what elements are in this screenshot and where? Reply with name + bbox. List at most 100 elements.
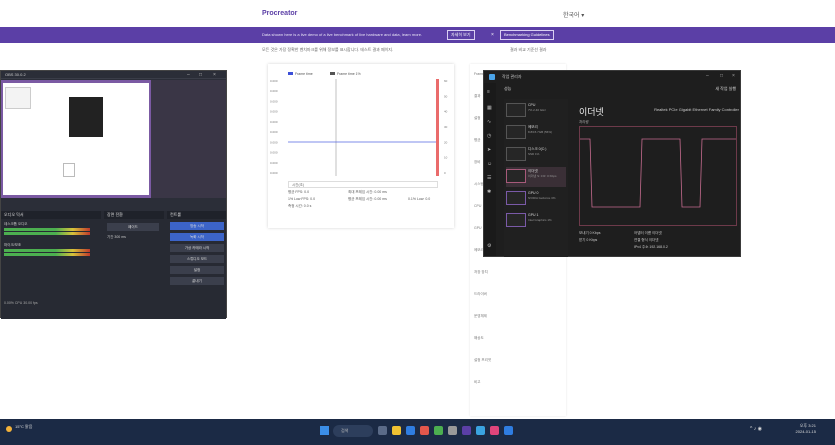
perf-item-disk[interactable]: 디스크 0(C:) SSD 1%: [506, 145, 566, 165]
section-title: 성능: [504, 86, 512, 91]
y-tick-label: 0.000: [270, 130, 278, 134]
clock-date: 2024-01-15: [795, 429, 816, 434]
app-icon[interactable]: [420, 426, 429, 435]
disk-thumb: [506, 147, 526, 161]
spike-bar: [436, 79, 439, 176]
users-icon[interactable]: ☺: [487, 161, 492, 167]
y-tick-label: 0.000: [270, 99, 278, 103]
obs-icon[interactable]: [462, 426, 471, 435]
perf-item-memory[interactable]: 메모리 8.8/15.7GB (56%): [506, 123, 566, 143]
audio-track-label: 데스크톱 오디오: [4, 222, 28, 226]
perf-item-label: CPU: [528, 103, 536, 107]
task-manager-window[interactable]: 작업 관리자 – □ × 성능 새 작업 실행 ≡ ▦ ∿ ◷ ➤ ☺ ☰ ✱ …: [483, 70, 741, 257]
close-icon[interactable]: ×: [213, 72, 216, 78]
weather-icon[interactable]: [6, 426, 12, 432]
services-icon[interactable]: ✱: [487, 189, 491, 195]
site-logo[interactable]: Procreator: [262, 10, 297, 17]
memory-thumb: [506, 125, 526, 139]
stat-send: 보내기 0 Kbps: [579, 231, 601, 235]
browser-icon[interactable]: [406, 426, 415, 435]
app-icon[interactable]: [434, 426, 443, 435]
compare-label: 결과 비교 기준선 결과: [510, 47, 547, 52]
taskbar: [0, 419, 835, 445]
perf-item-sub: 이더넷 S: 0 R: 0 Kbps: [528, 174, 557, 178]
weather-text[interactable]: 15°C 맑음: [15, 424, 32, 430]
close-icon[interactable]: ×: [732, 73, 735, 79]
details-icon[interactable]: ☰: [487, 175, 491, 181]
legend-label-b: Frame time 1%: [337, 72, 361, 76]
settings-icon[interactable]: ⚙: [487, 243, 491, 249]
app-icon[interactable]: [448, 426, 457, 435]
stat-receive: 받기 0 Kbps: [579, 238, 598, 242]
virtual-camera-button[interactable]: 가상 카메라 시작: [170, 244, 224, 252]
start-recording-button[interactable]: 녹화 시작: [170, 233, 224, 241]
y-tick-label: 0.000: [270, 89, 278, 93]
taskbar-search[interactable]: 검색: [333, 425, 373, 437]
minimize-icon[interactable]: –: [187, 72, 190, 78]
minimize-icon[interactable]: –: [706, 73, 709, 79]
perf-item-gpu1[interactable]: GPU 1 Intel Graphics 1%: [506, 211, 566, 231]
y-axis-left: 0.000 0.000 0.000 0.000 0.000 0.000 0.000 0.000…: [270, 79, 278, 175]
task-view-icon[interactable]: [378, 426, 387, 435]
perf-item-cpu[interactable]: CPU 7% 2.40 GHz: [506, 101, 566, 121]
perf-item-sub: NVIDIA GeForce 3%: [528, 196, 556, 200]
sidebar-item: 드라이버: [474, 292, 487, 296]
frametime-chart: Frame time Frame time 1% 0.000 0.000 0.000…: [270, 72, 448, 176]
y-tick-label: 0.000: [270, 171, 278, 175]
perf-item-sub: 8.8/15.7GB (56%): [528, 130, 553, 134]
stat-connection: 연결 형식 이더넷: [634, 238, 659, 242]
close-banner-icon[interactable]: ×: [491, 32, 494, 38]
history-icon[interactable]: ◷: [487, 133, 491, 139]
app-icon[interactable]: [476, 426, 485, 435]
perf-item-gpu0[interactable]: GPU 0 NVIDIA GeForce 3%: [506, 189, 566, 209]
audio-meter: [4, 232, 90, 235]
sidebar-item: 비고: [474, 380, 481, 384]
stat-ipv4: IPv4 주소 192.168.0.2: [634, 245, 668, 249]
perf-item-label: GPU 0: [528, 191, 539, 195]
obs-window[interactable]: OBS 30.0.2 – □ × 오디오 믹서 장면 전환 컨트롤 데스크톱 오…: [0, 70, 227, 319]
y2-tick-label: 50: [444, 94, 448, 98]
language-selector[interactable]: 한국어 ▾: [563, 10, 584, 19]
y-tick-label: 0.000: [270, 161, 278, 165]
settings-button[interactable]: 설정: [170, 266, 224, 274]
perf-main-title: 이더넷: [579, 107, 604, 117]
exit-button[interactable]: 끝내기: [170, 277, 224, 285]
maximize-icon[interactable]: □: [199, 72, 202, 78]
learn-more-button[interactable]: 자세히 보기: [447, 30, 475, 40]
perf-item-ethernet[interactable]: 이더넷 이더넷 S: 0 R: 0 Kbps: [506, 167, 566, 187]
preview-taskmgr: [69, 97, 103, 137]
transition-duration[interactable]: 기간 300 ms: [107, 235, 159, 240]
processes-icon[interactable]: ▦: [487, 105, 492, 111]
obs-preview-screen[interactable]: [3, 83, 149, 195]
file-explorer-icon[interactable]: [392, 426, 401, 435]
sidebar-item: 해상도: [474, 336, 484, 340]
audio-meter: [4, 228, 90, 231]
run-new-task-button[interactable]: 새 작업 실행: [684, 86, 736, 92]
perf-device-name: Realtek PCIe Gigabit Ethernet Family Con…: [654, 107, 739, 112]
obs-title: OBS 30.0.2: [5, 72, 26, 77]
guidelines-button[interactable]: Benchmarking Guidelines: [500, 30, 554, 40]
taskmgr-title: 작업 관리자: [502, 74, 522, 79]
taskmgr-taskbar-icon[interactable]: [504, 426, 513, 435]
obs-titlebar[interactable]: [1, 71, 226, 79]
start-icon[interactable]: [320, 426, 329, 435]
legend-label-a: Frame time: [295, 72, 313, 76]
start-streaming-button[interactable]: 방송 시작: [170, 222, 224, 230]
y2-tick-label: 20: [444, 140, 448, 144]
performance-icon[interactable]: ∿: [487, 119, 491, 125]
hamburger-icon[interactable]: ≡: [487, 89, 490, 95]
legend-swatch-b: [330, 72, 335, 75]
obs-dock-panels: 오디오 믹서 장면 전환 컨트롤 데스크톱 오디오 마이크/보조 페이드 기간 …: [1, 211, 226, 319]
maximize-icon[interactable]: □: [720, 73, 723, 79]
clock[interactable]: 오후 3:21 2024-01-15: [786, 423, 816, 434]
banner-text: Data shown here is a live demo of a live…: [262, 32, 423, 37]
performance-list: CPU 7% 2.40 GHz 메모리 8.8/15.7GB (56%) 디스크…: [504, 99, 568, 257]
app-icon[interactable]: [490, 426, 499, 435]
transition-select[interactable]: 페이드: [107, 223, 159, 231]
y-tick-label: 0.000: [270, 110, 278, 114]
startup-icon[interactable]: ➤: [487, 147, 491, 153]
tray-icons[interactable]: ^ ♪ ◉: [750, 426, 762, 432]
audio-meter: [4, 249, 90, 252]
studio-mode-button[interactable]: 스튜디오 모드: [170, 255, 224, 263]
y2-tick-label: 60: [444, 79, 448, 83]
